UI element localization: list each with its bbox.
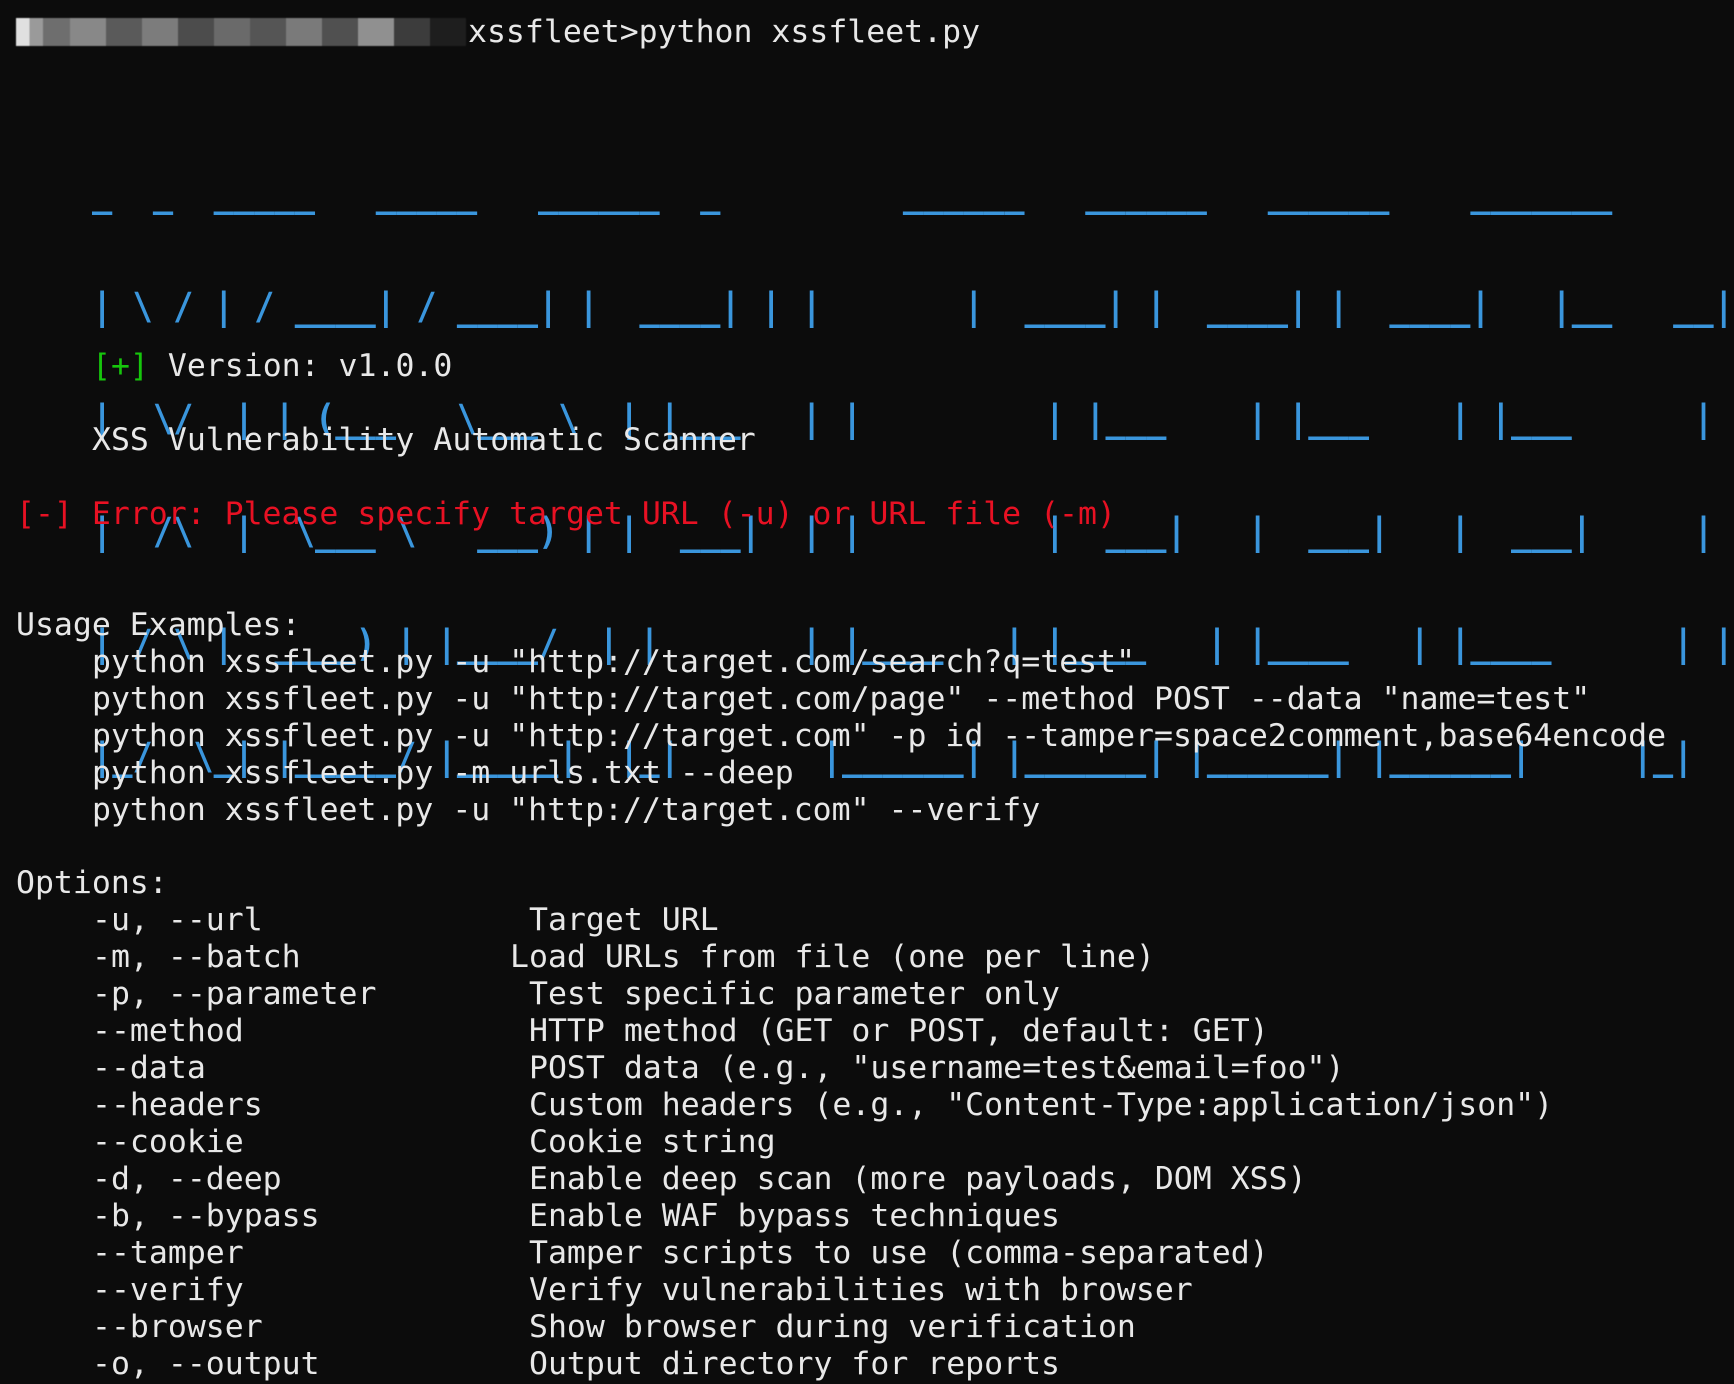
option-flag: --method (92, 1013, 244, 1049)
option-description: Output directory for reports (529, 1346, 1061, 1382)
option-description: HTTP method (GET or POST, default: GET) (529, 1013, 1269, 1049)
option-flag: -b, --bypass (92, 1198, 320, 1234)
option-flag: --cookie (92, 1124, 244, 1160)
option-flag: -m, --batch (92, 939, 301, 975)
usage-example: python xssfleet.py -u "http://target.com… (92, 681, 1591, 717)
option-description: Target URL (529, 902, 719, 938)
usage-example: python xssfleet.py -u "http://target.com… (92, 792, 1041, 828)
version-line: [+] Version: v1.0.0 (92, 348, 452, 385)
logo-line: _ _ _____ _____ ______ _ ______ ______ _… (92, 172, 1613, 215)
version-text: Version: v1.0.0 (148, 348, 453, 384)
usage-example: python xssfleet.py -u "http://target.com… (92, 644, 1136, 680)
redacted-path (16, 18, 466, 46)
option-description: Custom headers (e.g., "Content-Type:appl… (529, 1087, 1554, 1123)
command-text: xssfleet>python xssfleet.py (468, 14, 981, 50)
option-flag: -p, --parameter (92, 976, 377, 1012)
command-prompt-line: xssfleet>python xssfleet.py (16, 14, 980, 51)
option-description: POST data (e.g., "username=test&email=fo… (529, 1050, 1345, 1086)
option-flag: -o, --output (92, 1346, 320, 1382)
option-flag: -u, --url (92, 902, 263, 938)
usage-heading: Usage Examples: (16, 607, 301, 643)
option-description: Verify vulnerabilities with browser (529, 1272, 1193, 1308)
tool-subtitle: XSS Vulnerability Automatic Scanner (92, 422, 756, 458)
option-flag: --headers (92, 1087, 263, 1123)
option-description: Tamper scripts to use (comma-separated) (529, 1235, 1269, 1271)
usage-example: python xssfleet.py -m urls.txt --deep (92, 755, 794, 791)
option-flag: --tamper (92, 1235, 244, 1271)
options-heading: Options: (16, 865, 168, 901)
option-description: Load URLs from file (one per line) (510, 939, 1155, 975)
terminal-window[interactable]: xssfleet>python xssfleet.py _ _ _____ __… (0, 0, 1734, 1384)
usage-example: python xssfleet.py -u "http://target.com… (92, 718, 1667, 754)
option-flag: -d, --deep (92, 1161, 282, 1197)
option-description: Show browser during verification (529, 1309, 1136, 1345)
option-flag: --browser (92, 1309, 263, 1345)
error-message: [-] Error: Please specify target URL (-u… (16, 496, 1116, 532)
option-flag: --data (92, 1050, 206, 1086)
success-marker: [+] (92, 348, 149, 384)
option-description: Enable WAF bypass techniques (529, 1198, 1061, 1234)
option-description: Enable deep scan (more payloads, DOM XSS… (529, 1161, 1307, 1197)
option-flag: --verify (92, 1272, 244, 1308)
option-description: Cookie string (529, 1124, 776, 1160)
option-description: Test specific parameter only (529, 976, 1061, 1012)
logo-line: | \ / | / ____| / ____| | ____| | | | __… (92, 284, 1734, 328)
